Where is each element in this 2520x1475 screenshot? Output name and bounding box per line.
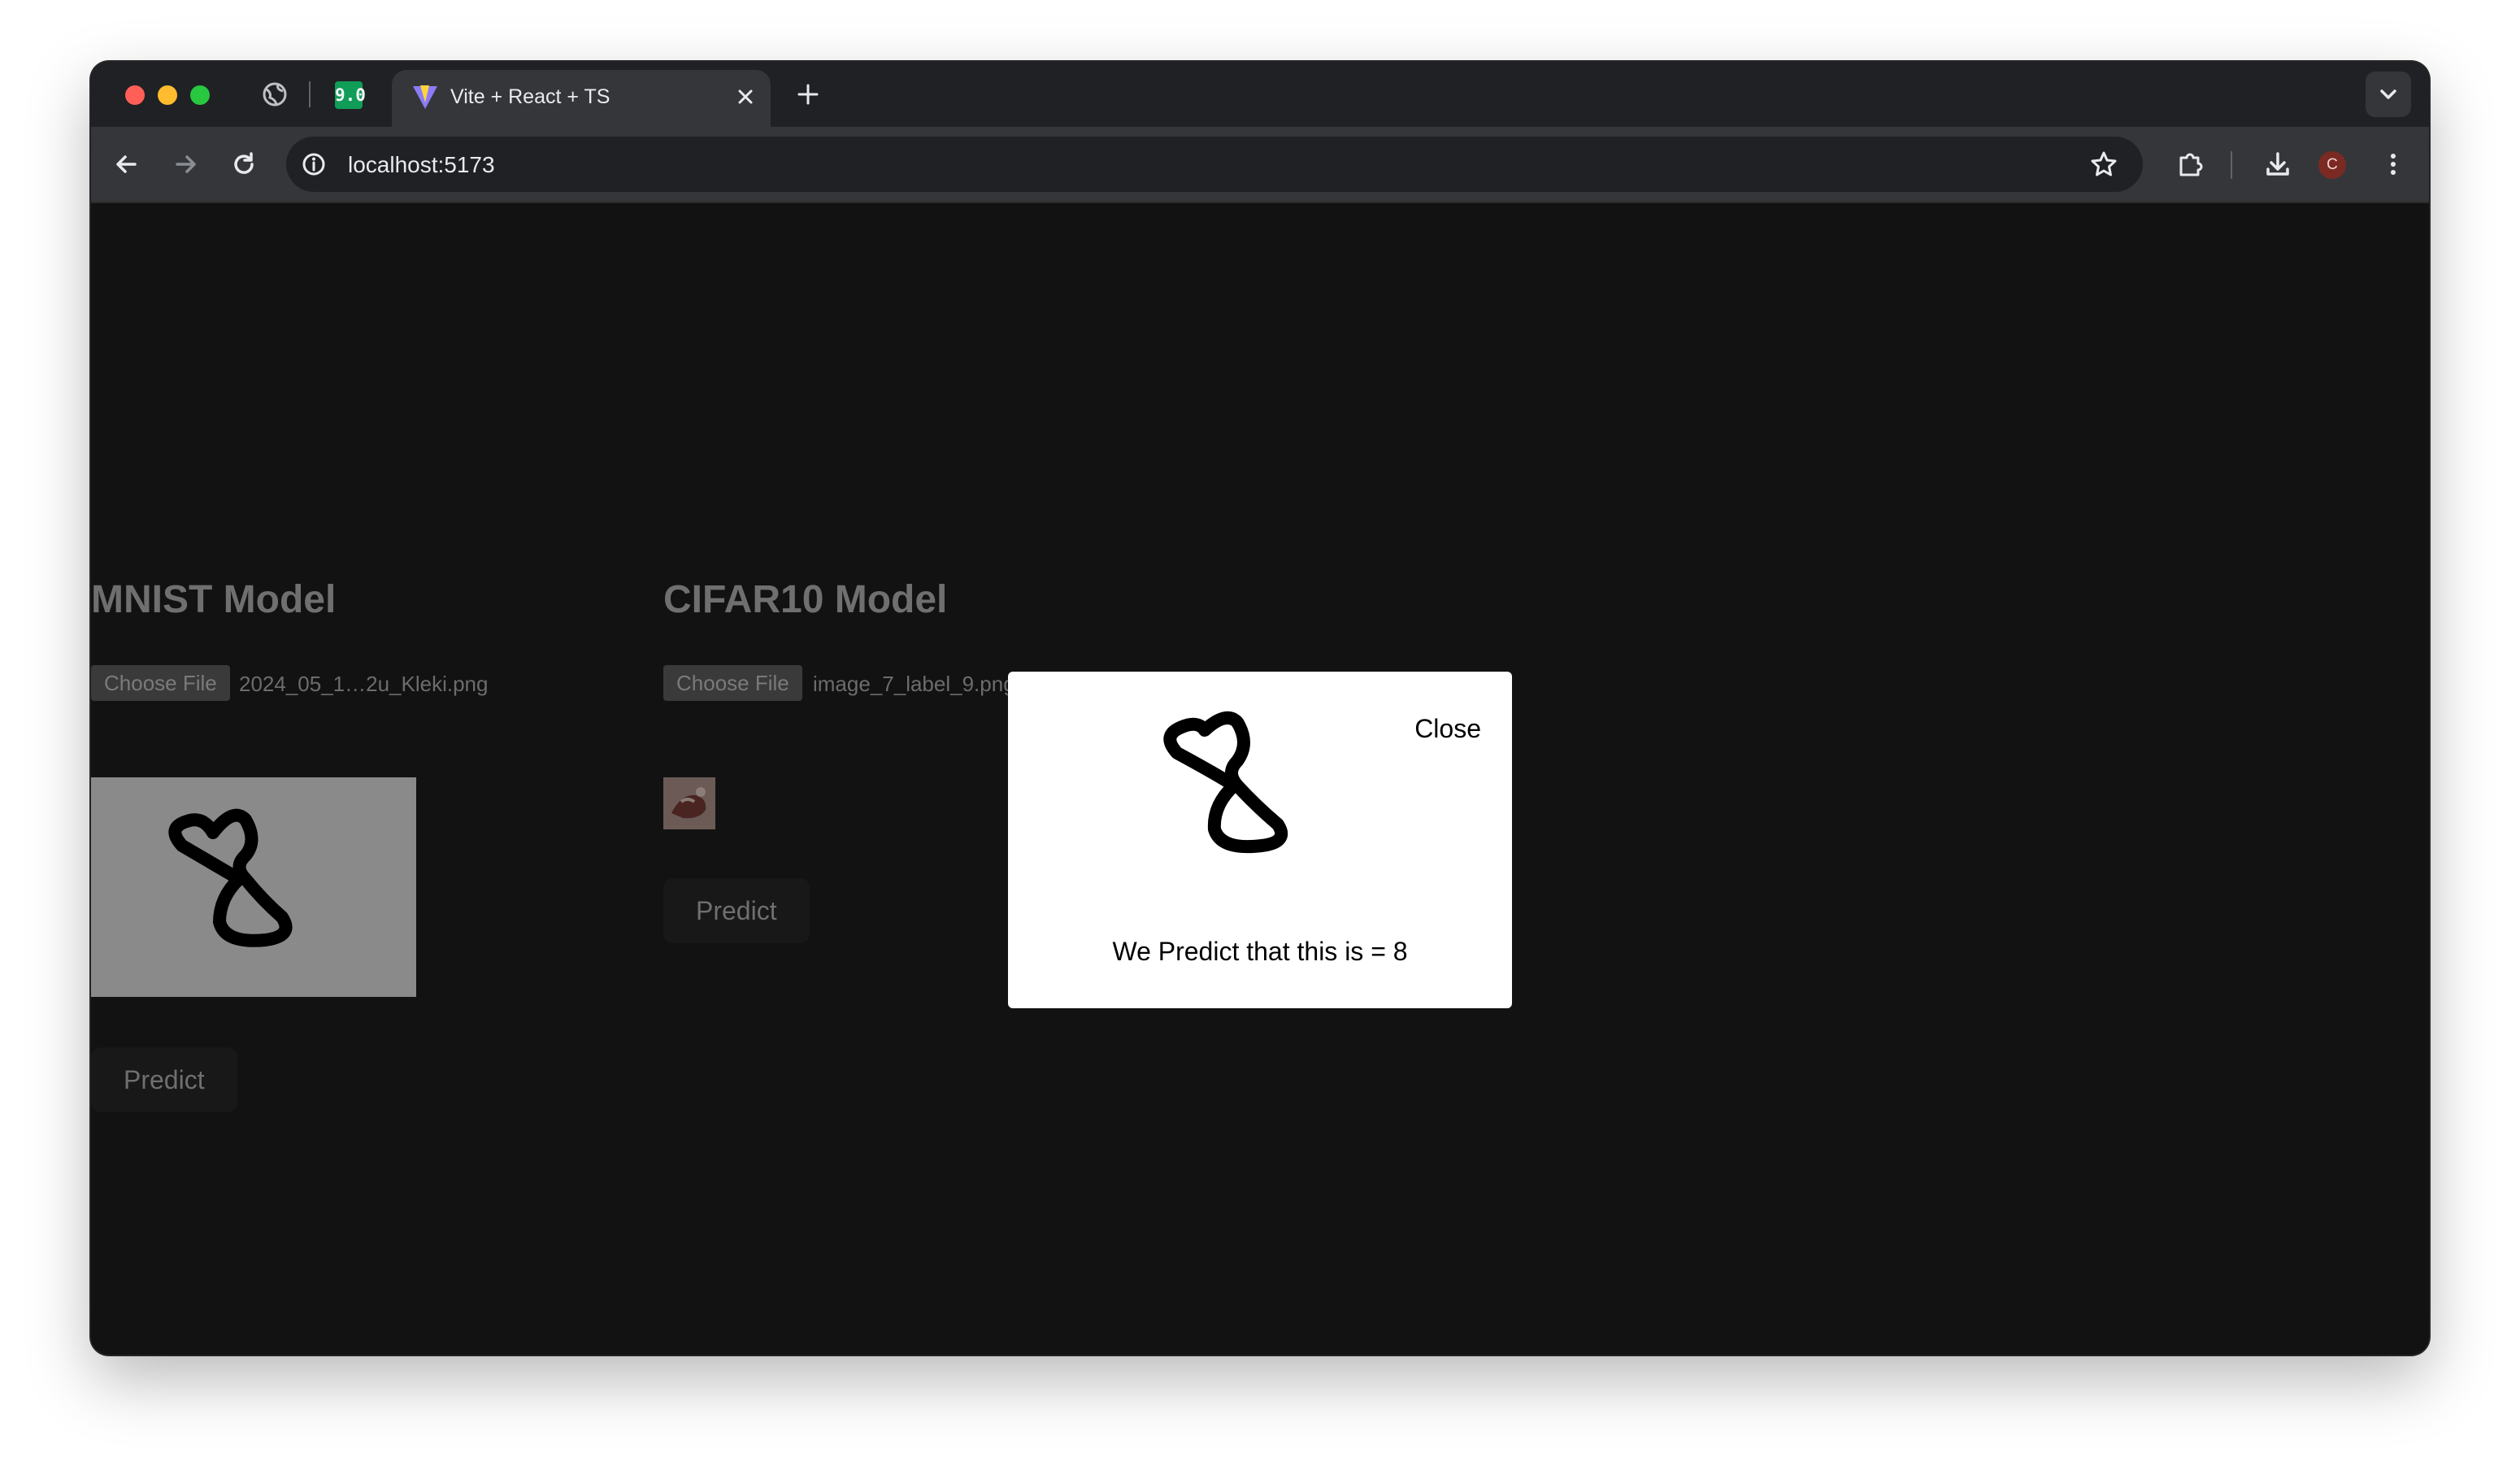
- tab-bar: 9.0 Vite + React + TS: [91, 62, 2429, 127]
- cifar-choose-file-button[interactable]: Choose File: [663, 665, 802, 701]
- cifar-title: CIFAR10 Model: [663, 578, 948, 621]
- cifar-predict-button[interactable]: Predict: [663, 878, 810, 943]
- plus-icon[interactable]: [792, 78, 824, 111]
- avatar[interactable]: C: [2318, 151, 2346, 179]
- mnist-file-name: 2024_05_1…2u_Kleki.png: [239, 672, 489, 696]
- chevron-down-icon: [2380, 89, 2396, 99]
- url-text[interactable]: localhost:5173: [348, 152, 495, 178]
- prediction-modal: Close We Predict that this is = 8: [1008, 672, 1512, 1008]
- close-button[interactable]: Close: [1414, 714, 1481, 744]
- tab-title: Vite + React + TS: [450, 85, 610, 108]
- toolbar-divider: [2231, 151, 2232, 179]
- tab-search-button[interactable]: [2366, 72, 2411, 117]
- info-icon[interactable]: [298, 148, 330, 181]
- minimize-window-button[interactable]: [158, 85, 177, 105]
- forward-icon[interactable]: [169, 148, 202, 181]
- page-content: MNIST Model Choose File 2024_05_1…2u_Kle…: [91, 203, 2429, 1355]
- tab-vite-react[interactable]: Vite + React + TS: [392, 70, 771, 127]
- download-icon[interactable]: [2261, 148, 2294, 181]
- modal-digit-image: [1156, 703, 1335, 857]
- close-icon[interactable]: [733, 85, 758, 109]
- mnist-predict-button[interactable]: Predict: [91, 1047, 237, 1112]
- globe-icon[interactable]: [260, 80, 289, 109]
- toolbar: localhost:5173 C: [91, 127, 2429, 203]
- close-window-button[interactable]: [125, 85, 145, 105]
- cifar-preview-image: [663, 777, 715, 829]
- vite-icon: [411, 83, 439, 111]
- back-icon[interactable]: [111, 148, 143, 181]
- reload-icon[interactable]: [228, 148, 260, 181]
- more-icon[interactable]: [2377, 148, 2409, 181]
- address-bar[interactable]: localhost:5173: [286, 137, 2143, 192]
- mnist-choose-file-button[interactable]: Choose File: [91, 665, 230, 701]
- mnist-preview-image: [91, 777, 416, 997]
- maximize-window-button[interactable]: [190, 85, 210, 105]
- cifar-file-name: image_7_label_9.png: [813, 672, 1015, 696]
- mnist-title: MNIST Model: [91, 578, 337, 621]
- tab-separator: [309, 81, 311, 107]
- star-icon[interactable]: [2088, 148, 2120, 181]
- grafana-icon[interactable]: 9.0: [335, 81, 366, 109]
- extensions-icon[interactable]: [2174, 148, 2206, 181]
- prediction-text: We Predict that this is = 8: [1112, 937, 1408, 966]
- browser-window: 9.0 Vite + React + TS localhost:5173 C M…: [91, 62, 2429, 1355]
